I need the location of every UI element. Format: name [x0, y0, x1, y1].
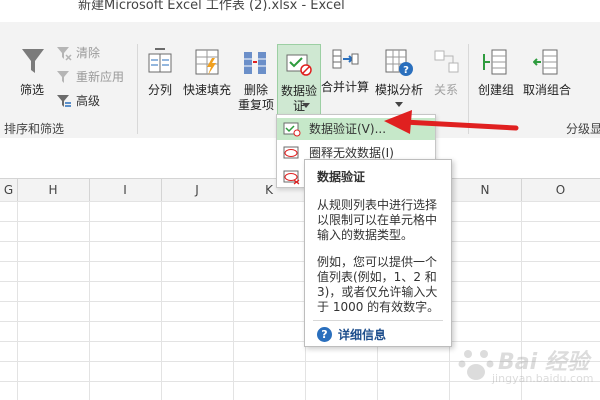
advanced-label: 高级	[76, 94, 101, 108]
column-header[interactable]: N	[449, 179, 522, 201]
data-validation-icon	[283, 122, 301, 137]
column-header[interactable]: G	[0, 179, 18, 201]
text-to-columns-label: 分列	[147, 83, 172, 97]
window-title: 新建Microsoft Excel 工作表 (2).xlsx - Excel	[78, 0, 345, 13]
tooltip-divider	[313, 320, 443, 321]
column-header[interactable]: I	[89, 179, 162, 201]
clear-button[interactable]: 清除	[56, 44, 100, 61]
group-label: 创建组	[477, 83, 514, 97]
outline-group-label: 分级显	[566, 122, 600, 136]
data-validation-label-1: 数据验	[280, 84, 317, 98]
tooltip-paragraph: 从规则列表中进行选择以限制可以在单元格中输入的数据类型。	[317, 198, 438, 242]
data-validation-icon	[286, 54, 312, 76]
tooltip-body: 从规则列表中进行选择以限制可以在单元格中输入的数据类型。 例如，您可以提供一个值…	[317, 198, 445, 327]
menu-item-data-validation[interactable]: 数据验证(V)...	[277, 118, 435, 140]
group-divider	[137, 44, 138, 134]
what-if-icon: ?	[385, 49, 413, 76]
ungroup-label: 取消组合	[522, 83, 571, 97]
chevron-down-icon	[302, 103, 310, 108]
more-info-link[interactable]: ? 详细信息	[317, 326, 386, 343]
flash-fill-icon	[195, 49, 219, 75]
consolidate-label: 合并计算	[320, 80, 369, 94]
chevron-down-icon	[395, 102, 403, 107]
text-to-columns-icon	[148, 48, 172, 73]
what-if-label: 模拟分析	[374, 83, 423, 97]
reapply-icon	[57, 70, 69, 83]
more-info-label: 详细信息	[338, 328, 387, 342]
remove-duplicates-label-1: 删除	[243, 83, 268, 97]
ungroup-icon	[533, 49, 558, 75]
gridline	[89, 201, 90, 400]
flash-fill-label: 快速填充	[182, 83, 231, 97]
tooltip-paragraph: 例如，您可以提供一个值列表(例如，1、2 和 3)，或者仅允许输入大于 1000…	[317, 255, 440, 314]
help-icon: ?	[317, 327, 332, 342]
clear-circles-icon	[283, 170, 300, 185]
consolidate-icon	[332, 49, 359, 69]
data-validation-tooltip: 数据验证 从规则列表中进行选择以限制可以在单元格中输入的数据类型。 例如，您可以…	[304, 159, 452, 347]
group-icon	[483, 49, 507, 75]
title-bar: 新建Microsoft Excel 工作表 (2).xlsx - Excel	[0, 0, 600, 22]
column-header[interactable]: O	[521, 179, 600, 201]
paw-logo-icon	[458, 350, 494, 380]
reapply-label: 重新应用	[76, 70, 125, 84]
funnel-icon	[22, 49, 44, 73]
remove-duplicates-icon	[244, 52, 266, 74]
advanced-button[interactable]: 高级	[56, 92, 100, 109]
clear-filter-icon	[57, 46, 72, 61]
sort-filter-group-label: 排序和筛选	[4, 122, 65, 136]
reapply-button[interactable]: 重新应用	[56, 68, 124, 85]
watermark-url: jingyan.baidu.com	[492, 372, 594, 385]
gridline	[233, 201, 234, 400]
column-header[interactable]: J	[161, 179, 234, 201]
relationships-icon	[434, 50, 459, 73]
group-divider	[468, 44, 469, 134]
svg-text:?: ?	[403, 65, 409, 76]
advanced-filter-icon	[57, 94, 71, 107]
circle-invalid-icon	[283, 146, 299, 159]
tooltip-title: 数据验证	[317, 170, 366, 184]
remove-duplicates-label-2: 重复项	[237, 98, 274, 112]
data-validation-button[interactable]: 数据验 证	[277, 44, 321, 116]
data-validation-label-2: 证	[292, 99, 305, 113]
column-header[interactable]: H	[17, 179, 90, 201]
gridline	[17, 201, 18, 400]
gridline	[161, 201, 162, 400]
relationships-label: 关系	[433, 83, 458, 97]
filter-label: 筛选	[19, 83, 44, 97]
clear-label: 清除	[76, 46, 101, 60]
menu-item-label: 数据验证(V)...	[309, 122, 387, 136]
watermark: Bai 经验 jingyan.baidu.com	[452, 340, 594, 394]
